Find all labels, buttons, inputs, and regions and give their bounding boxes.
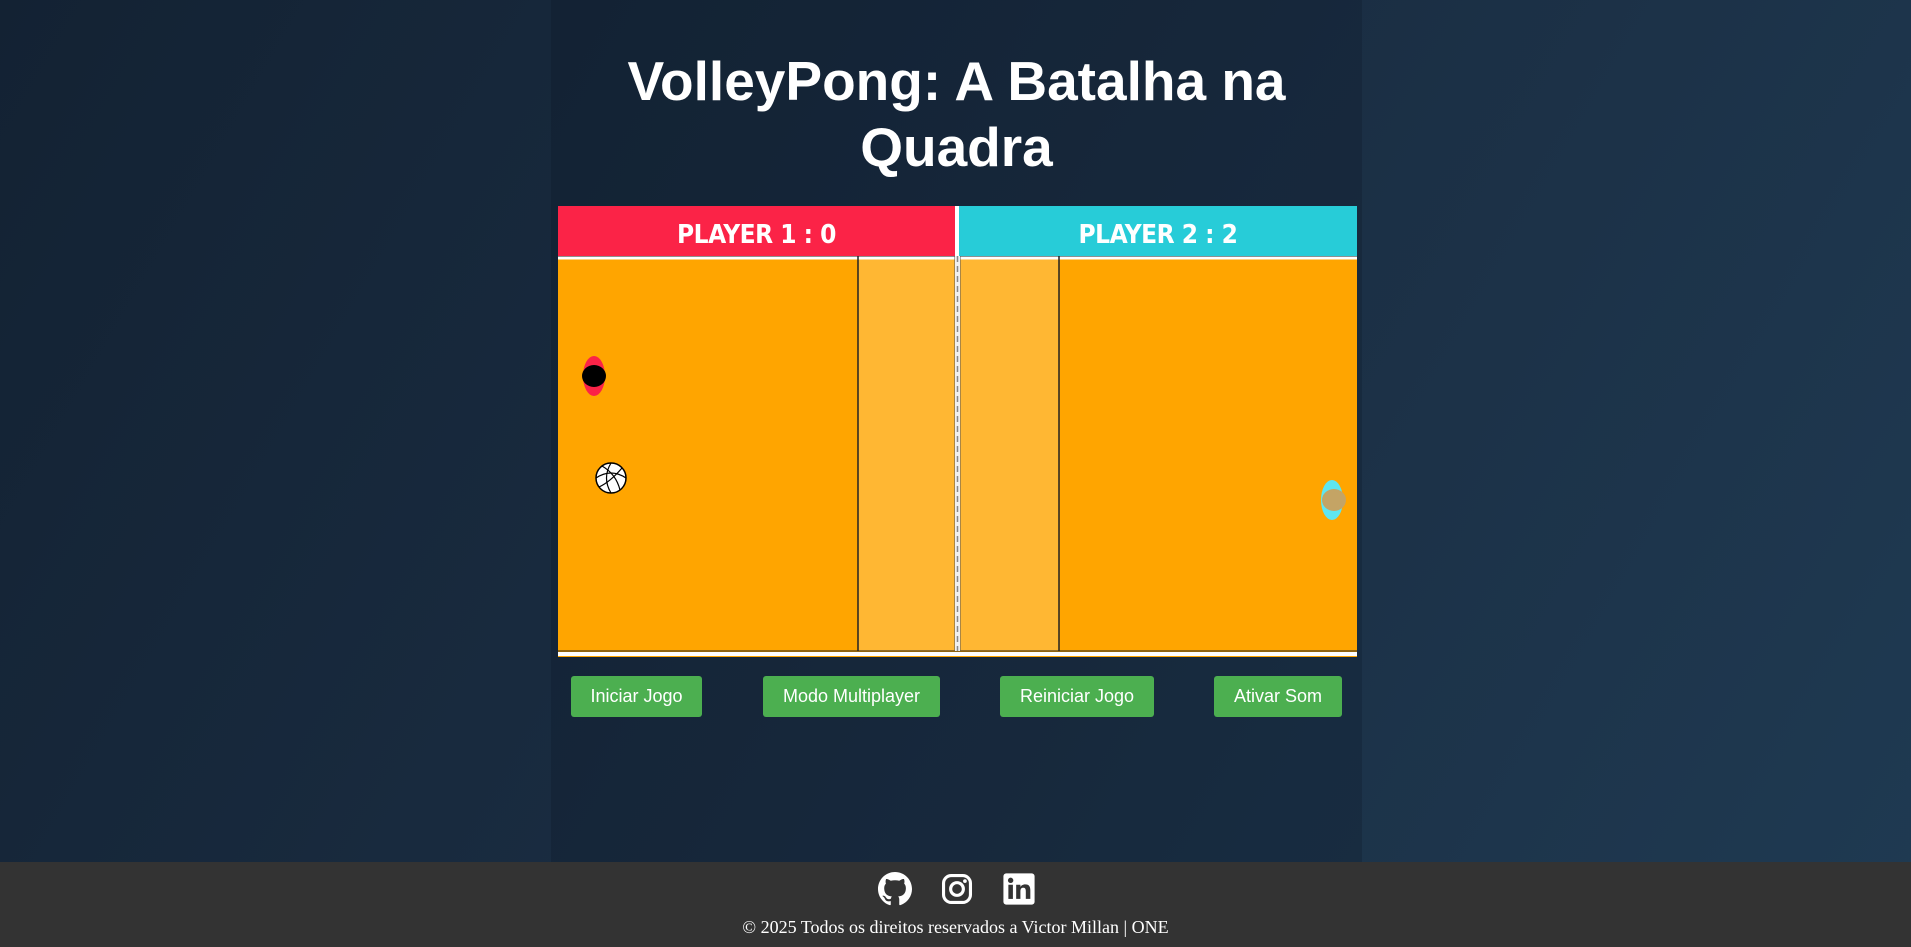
page-title: VolleyPong: A Batalha na Quadra (627, 50, 1286, 178)
player1-score: PLAYER 1 : 0 (558, 206, 955, 256)
instagram-icon (941, 873, 973, 905)
github-icon (878, 872, 912, 906)
game-controls: Iniciar Jogo Modo Multiplayer Reiniciar … (558, 676, 1357, 717)
restart-game-button[interactable]: Reiniciar Jogo (1000, 676, 1154, 717)
player2-score: PLAYER 2 : 2 (959, 206, 1357, 256)
instagram-link[interactable] (940, 872, 974, 906)
footer: © 2025 Todos os direitos reservados a Vi… (0, 862, 1911, 947)
copyright-text: © 2025 Todos os direitos reservados a Vi… (742, 917, 1169, 937)
toggle-sound-button[interactable]: Ativar Som (1214, 676, 1342, 717)
multiplayer-mode-button[interactable]: Modo Multiplayer (763, 676, 940, 717)
github-link[interactable] (878, 872, 912, 906)
linkedin-link[interactable] (1002, 872, 1036, 906)
game-canvas[interactable] (558, 256, 1357, 657)
attack-zone-left (858, 256, 956, 651)
scoreboard: PLAYER 1 : 0 PLAYER 2 : 2 (558, 206, 1357, 256)
social-links (0, 872, 1911, 906)
attack-zone-right (959, 256, 1059, 651)
linkedin-icon (1003, 873, 1035, 905)
start-game-button[interactable]: Iniciar Jogo (571, 676, 702, 717)
volleyball-icon (595, 462, 627, 494)
